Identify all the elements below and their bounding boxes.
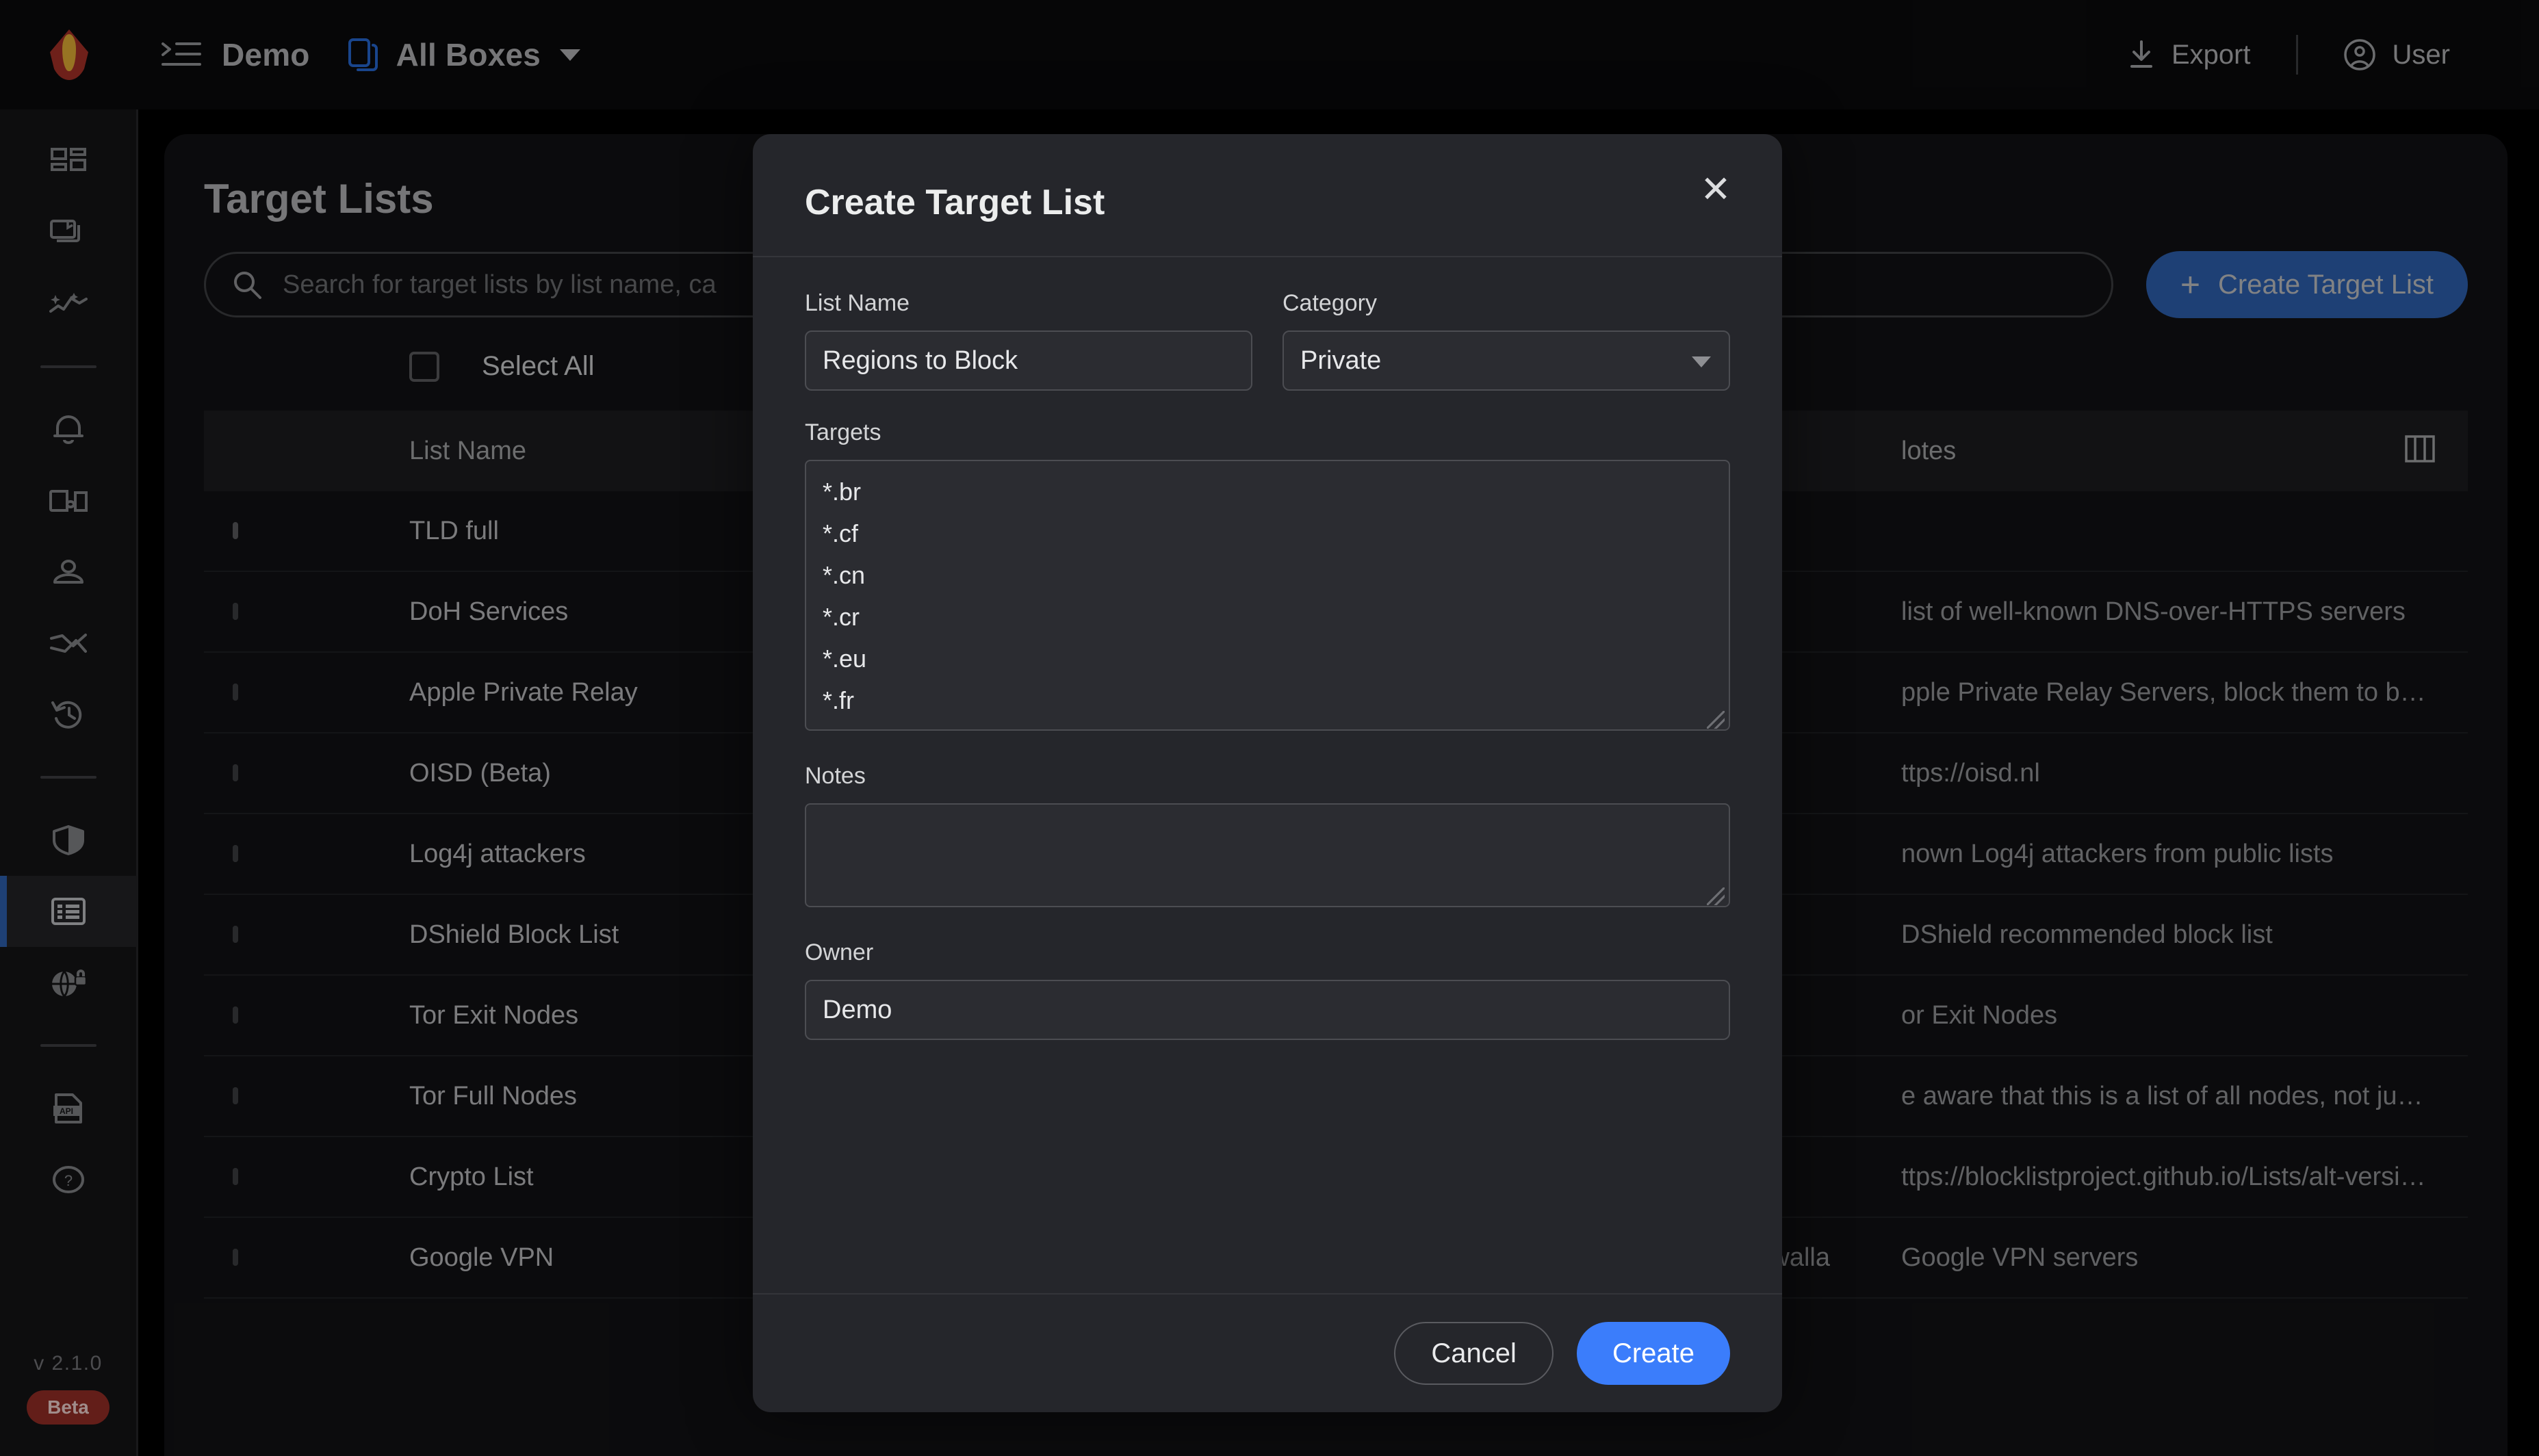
create-button[interactable]: Create [1577, 1322, 1730, 1385]
create-target-list-modal: ✕ Create Target List List Name Category … [753, 134, 1782, 1412]
chevron-down-icon [1692, 356, 1711, 367]
targets-label: Targets [805, 419, 1730, 446]
category-select[interactable] [1283, 330, 1730, 391]
category-field-group: Category [1283, 290, 1730, 391]
list-name-label: List Name [805, 290, 1252, 317]
notes-field-group: Notes [805, 763, 1730, 911]
targets-field-group: Targets *.br *.cf *.cn *.cr *.eu *.fr *.… [805, 419, 1730, 734]
notes-textarea[interactable] [805, 803, 1730, 907]
modal-body: List Name Category Targets *.br *.cf *.c… [753, 257, 1782, 1293]
modal-title: Create Target List [805, 182, 1730, 223]
targets-textarea[interactable]: *.br *.cf *.cn *.cr *.eu *.fr *.ga *.gg [805, 460, 1730, 731]
notes-label: Notes [805, 763, 1730, 790]
owner-input[interactable] [805, 980, 1730, 1040]
owner-label: Owner [805, 939, 1730, 966]
modal-footer: Cancel Create [753, 1293, 1782, 1412]
modal-header: ✕ Create Target List [753, 134, 1782, 257]
close-icon[interactable]: ✕ [1694, 170, 1737, 212]
cancel-button[interactable]: Cancel [1394, 1322, 1554, 1385]
list-name-input[interactable] [805, 330, 1252, 391]
owner-field-group: Owner [805, 939, 1730, 1040]
category-label: Category [1283, 290, 1730, 317]
list-name-field-group: List Name [805, 290, 1252, 391]
